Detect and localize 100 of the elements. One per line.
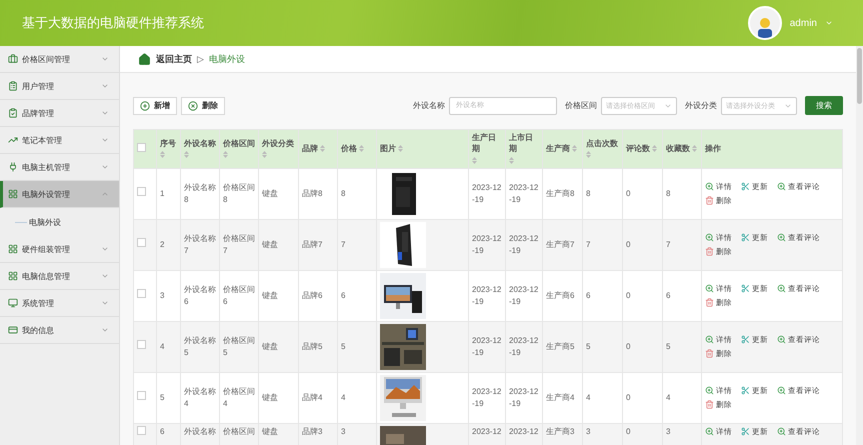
table-cell: 外设名称6 [184,284,216,306]
submenu-item[interactable]: 电脑外设 [29,216,61,228]
magnifier-icon [705,386,714,395]
column-header[interactable]: 生产商 [546,143,570,155]
table-cell: 6 [666,290,670,300]
avatar[interactable] [748,6,782,40]
table-cell: 价格区间4 [223,386,255,408]
table-cell: 3 [666,426,670,436]
table-cell: 5 [586,342,590,351]
clipboard-icon [8,81,18,91]
checkbox[interactable] [137,340,146,350]
sort-icon[interactable] [359,145,364,152]
magnifier-icon [705,334,714,344]
table-cell: 0 [626,426,630,436]
table-cell: 2023-12 [472,426,502,436]
sidebar-item[interactable]: 电脑外设管理 [0,181,119,208]
sort-icon[interactable] [652,145,658,152]
table-cell: 2023-12-19 [509,386,538,408]
grid-icon [8,189,18,199]
sort-icon[interactable] [472,156,477,164]
sort-icon[interactable] [160,151,165,158]
table-cell: 价格区间8 [223,182,255,204]
scissors-icon [741,386,750,395]
magnifier-icon [705,426,714,436]
column-header[interactable]: 评论数 [626,143,650,155]
checkbox[interactable] [137,238,146,248]
scissors-icon [741,284,750,293]
monitor-icon [8,298,18,308]
magnifier-icon [777,284,786,293]
plus-icon [140,100,150,110]
table-cell: 3 [160,290,164,300]
sort-icon[interactable] [572,145,578,152]
plug-icon [8,162,18,172]
table-cell: 2023-12-19 [509,336,538,357]
checkbox[interactable] [137,391,146,400]
table-cell: 2023-12-19 [472,336,502,357]
chevron-icon[interactable] [825,19,833,27]
search-button[interactable]: 搜索 [805,96,843,115]
table-cell: 价格区间6 [223,284,255,306]
checkbox[interactable] [137,187,146,196]
column-header[interactable]: 价格 [341,143,357,155]
scrollbar[interactable] [856,46,863,445]
table-cell: 4 [341,392,346,402]
magnifier-icon [705,182,714,191]
card-icon [8,325,18,335]
table-cell: 外设名称4 [184,386,216,408]
briefcase-icon [8,54,18,64]
sort-icon[interactable] [586,151,591,158]
magnifier-icon [777,426,786,436]
column-header[interactable]: 序号 [160,138,176,149]
table-cell: 外设名称7 [184,234,216,255]
filter-label: 价格区间 [565,100,597,111]
home-icon[interactable] [138,52,151,66]
grid-icon [8,271,18,281]
column-header[interactable]: 图片 [380,143,396,155]
sort-icon[interactable] [223,151,228,158]
chevron-icon [101,136,109,144]
delete-button[interactable]: 删除 [181,96,225,114]
home-link[interactable]: 返回主页 [156,52,192,66]
checkbox[interactable] [137,426,146,435]
scissors-icon [741,232,750,242]
sort-icon[interactable] [184,151,189,158]
chevron-icon [101,55,109,63]
table-cell: 0 [626,240,630,249]
table-cell: 键盘 [262,342,278,351]
table-cell: 1 [160,188,164,198]
table-cell: 5 [341,342,346,351]
table-cell: 7 [666,240,670,249]
column-header[interactable]: 品牌 [302,143,318,155]
trash-icon [705,400,714,410]
column-header[interactable]: 操作 [705,143,721,155]
table-cell: 键盘 [262,290,278,300]
magnifier-icon [777,182,786,191]
magnifier-icon [777,232,786,242]
table-cell: 品牌4 [302,392,322,402]
column-header[interactable]: 收藏数 [666,143,690,155]
table-cell: 键盘 [262,188,278,198]
magnifier-icon [705,232,714,242]
magnifier-icon [705,284,714,293]
sort-icon[interactable] [509,156,514,164]
trash-icon [705,298,714,308]
sort-icon[interactable] [320,145,326,152]
table-cell: 5 [666,342,670,351]
trash-icon [705,247,714,256]
chevron-icon [101,82,109,90]
table-cell: 键盘 [262,392,278,402]
checkbox[interactable] [137,142,146,152]
table-cell: 价格区间5 [223,336,255,357]
sort-icon[interactable] [398,145,404,152]
add-button[interactable]: 新增 [133,96,177,114]
sort-icon[interactable] [262,151,267,158]
table-cell: 4 [666,392,670,402]
table-cell: 生产商8 [546,188,574,198]
table-cell: 6 [341,290,346,300]
table-cell: 2023-12-19 [509,234,538,255]
chevron-icon [101,245,109,253]
table-cell: 3 [341,426,346,436]
table-cell: 外设名称 [184,426,216,436]
checkbox[interactable] [137,289,146,298]
sort-icon[interactable] [692,145,698,152]
